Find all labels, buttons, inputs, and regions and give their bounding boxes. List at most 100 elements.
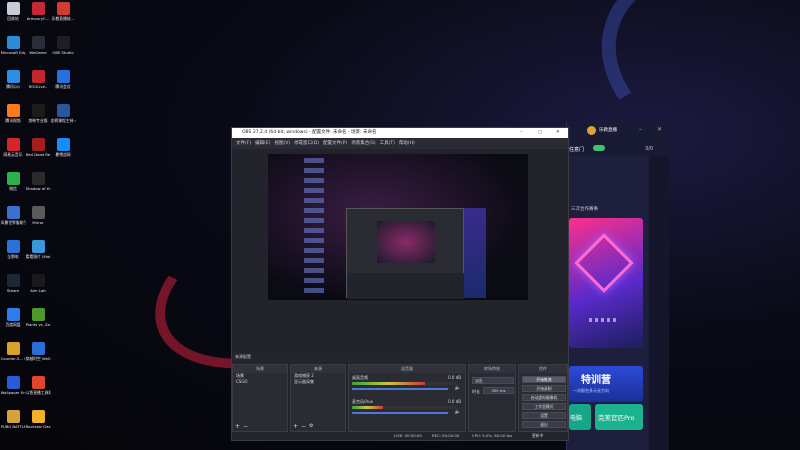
speaker-icon[interactable]: 🔈: [455, 385, 461, 391]
desktop-icon[interactable]: Mirror: [25, 206, 51, 239]
desktop-icon[interactable]: Microsoft Edge: [0, 36, 26, 69]
desktop-icon-label: Aim Lab: [30, 288, 46, 293]
desktop-icon[interactable]: 斗鱼直播工具助手...: [25, 376, 51, 409]
wegame-icon: [31, 36, 45, 49]
armoury-icon: [31, 2, 45, 15]
desktop-icon[interactable]: 风暴世界服助手平台: [0, 206, 26, 239]
desktop-icon[interactable]: 腾讯视频: [0, 104, 26, 137]
desktop-icon[interactable]: ArmouryC...: [25, 2, 51, 35]
gear-icon[interactable]: ⚙: [309, 423, 313, 429]
source-item[interactable]: 显示器采集: [291, 379, 345, 385]
menu-item[interactable]: 文件(F): [236, 141, 251, 146]
banner-title: 特训营: [581, 375, 611, 386]
left-action-button[interactable]: 电脑: [569, 404, 591, 430]
desktop-icon[interactable]: 穿越时空 WeGame版: [25, 342, 51, 375]
obs-statusbar: LIVE: 00:00:00 REC: 00:00:00 CPU: 5.0%, …: [232, 432, 568, 440]
scene-collection-bar: 来源配置: [232, 352, 568, 362]
desktop-icon[interactable]: Wallpaper Engine: ...: [0, 376, 26, 409]
desktop-icon[interactable]: 企鹅电: [0, 240, 26, 273]
desktop-icon-label: 穿越时空 WeGame版: [25, 356, 51, 361]
course-banner[interactable]: 特训营 一次报名多元化方向: [569, 366, 643, 402]
app-icon: [31, 240, 45, 253]
transition-select[interactable]: 淡出: [472, 377, 514, 384]
volume-slider[interactable]: [352, 388, 448, 390]
obs-preview-canvas[interactable]: [268, 154, 528, 300]
pro-match-button[interactable]: 完美官匹Pro: [595, 404, 643, 430]
scene-item[interactable]: CSGO: [233, 379, 287, 385]
desktop-icon[interactable]: PUBG BATTLEGR...: [0, 410, 26, 443]
desktop-icon-label: Microsoft Edge: [0, 50, 26, 55]
maximize-icon[interactable]: ▢: [538, 128, 542, 138]
scene-collection-label: 来源配置: [235, 354, 251, 359]
duration-input[interactable]: 300 ms: [483, 387, 514, 394]
control-button[interactable]: 开始推流: [522, 376, 566, 383]
desktop-icon[interactable]: 腾讯QQ: [0, 70, 26, 103]
desktop-icon[interactable]: Steam: [0, 274, 26, 307]
recycle-bin-icon: [6, 2, 20, 15]
desktop-icon[interactable]: 网易云音乐: [0, 138, 26, 171]
preview-nested-window: [346, 208, 465, 299]
desktop-icon-label: Red Dead Redempti...: [25, 152, 51, 157]
desktop-icon[interactable]: 回收站: [0, 2, 26, 35]
duration-label: 时长: [472, 389, 480, 394]
desktop-icon[interactable]: Shadow of the Tom...: [25, 172, 51, 205]
desktop-icon[interactable]: WeGame: [25, 36, 51, 69]
desktop-icon[interactable]: Plants vs. Zombie...: [25, 308, 51, 341]
desktop-icon[interactable]: Aim Lab: [25, 274, 51, 307]
tab-label[interactable]: 任意门: [569, 146, 584, 153]
aimlab-icon: [31, 274, 45, 287]
volume-slider[interactable]: [352, 412, 448, 414]
event-banner[interactable]: [569, 218, 643, 348]
mixer-track-name: 桌面音频: [352, 375, 368, 380]
desktop-icon[interactable]: 暴雪战网: [50, 138, 76, 171]
remove-source-button[interactable]: −: [301, 423, 306, 430]
controls-header: 控件: [519, 365, 567, 373]
menu-item[interactable]: 视图(V): [274, 141, 290, 146]
control-button[interactable]: 启动虚拟摄像机: [522, 394, 566, 401]
desktop-icon[interactable]: 微信: [0, 172, 26, 205]
obs-title: OBS 27.2.4 (64-bit, windows) - 配置文件: 未命名…: [242, 130, 377, 135]
netease-music-icon: [6, 138, 20, 151]
control-button[interactable]: 工作室模式: [522, 403, 566, 410]
control-button[interactable]: 退出: [522, 421, 566, 428]
add-source-button[interactable]: +: [293, 423, 298, 430]
avatar[interactable]: [587, 126, 596, 135]
desktop-icon[interactable]: 乐教直播软...: [50, 2, 76, 35]
menu-item[interactable]: 场景集合(S): [351, 141, 375, 146]
control-button[interactable]: 开始录制: [522, 385, 566, 392]
desktop-icon[interactable]: 剪映专业版: [25, 104, 51, 137]
meeting-icon: [56, 70, 70, 83]
remove-scene-button[interactable]: −: [243, 423, 248, 430]
menu-item[interactable]: 工具(T): [380, 141, 395, 146]
add-scene-button[interactable]: +: [235, 423, 240, 430]
desktop-icon[interactable]: Counter-S... Global Off...: [0, 342, 26, 375]
menu-item[interactable]: 配置文件(P): [323, 141, 347, 146]
wechat-icon: [6, 172, 20, 185]
minimize-icon[interactable]: –: [520, 128, 522, 138]
desktop-icon[interactable]: OBS Studio: [50, 36, 76, 69]
desktop-icon[interactable]: 忠辉课程主持.docx: [50, 104, 76, 137]
toggle-switch[interactable]: [593, 145, 605, 151]
menu-item[interactable]: 编辑(E): [255, 141, 270, 146]
desktop-icon[interactable]: Red Dead Redempti...: [25, 138, 51, 171]
close-icon[interactable]: ✕: [657, 126, 662, 133]
desktop-icon[interactable]: 看看图片 (Mahjong...: [25, 240, 51, 273]
speaker-icon[interactable]: 🔈: [455, 409, 461, 415]
desktop-icon[interactable]: Rockstar Games...: [25, 410, 51, 443]
desktop-icon-label: 剪映专业版: [28, 118, 48, 123]
desktop-icon[interactable]: ROGLive..: [25, 70, 51, 103]
rockstar-icon: [31, 410, 45, 423]
menu-item[interactable]: 停靠窗口(D): [294, 141, 319, 146]
obs-icon: [56, 36, 70, 49]
desktop-icon-label: PUBG BATTLEGR...: [0, 424, 26, 429]
minimize-icon[interactable]: –: [639, 126, 642, 133]
transitions-dock: 转场特效 淡出 时长 300 ms: [468, 364, 516, 432]
close-icon[interactable]: ✕: [556, 128, 560, 138]
menu-item[interactable]: 帮助(H): [399, 141, 415, 146]
volume-meter-level: [352, 382, 425, 385]
desktop-icon[interactable]: 腾讯会议: [50, 70, 76, 103]
desktop-icon-label: 百度网盘: [5, 322, 21, 327]
scenes-header: 场景: [233, 365, 287, 373]
control-button[interactable]: 设置: [522, 412, 566, 419]
desktop-icon[interactable]: 百度网盘: [0, 308, 26, 341]
